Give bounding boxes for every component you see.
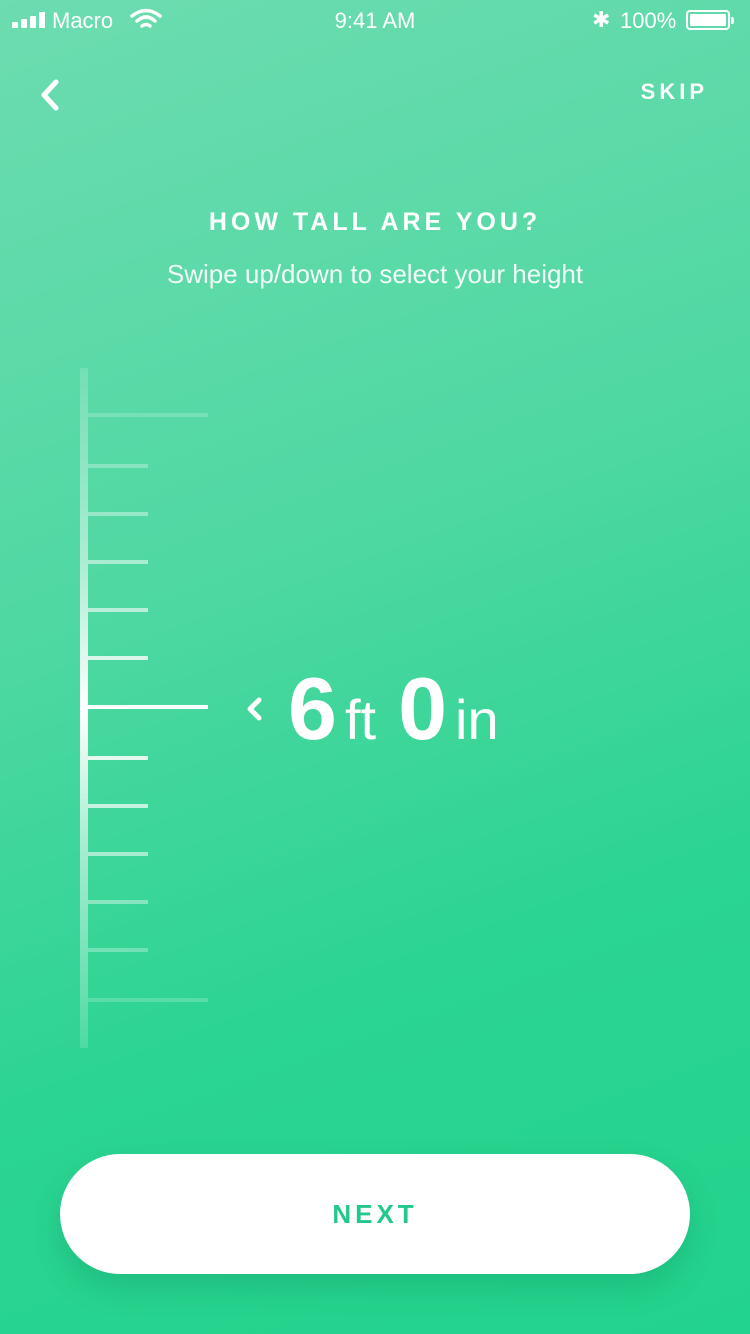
- ruler-tick-major: [88, 413, 208, 417]
- page-subtitle: Swipe up/down to select your height: [166, 259, 584, 289]
- height-readout: 6 ft 0 in: [244, 654, 521, 764]
- pointer-left-icon: [247, 697, 262, 721]
- ruler-tick: [88, 608, 148, 612]
- battery-icon: [686, 10, 734, 30]
- ruler-tick: [88, 512, 148, 516]
- battery-percentage: 100%: [620, 8, 677, 33]
- height-inches-unit: in: [455, 688, 499, 751]
- skip-button[interactable]: SKIP: [641, 79, 708, 105]
- ruler-tick: [88, 948, 148, 952]
- ruler-tick: [88, 464, 148, 468]
- height-feet-unit: ft: [344, 688, 377, 751]
- next-button[interactable]: NEXT: [60, 1154, 690, 1274]
- ruler-tick: [88, 852, 148, 856]
- ruler-tick: [88, 900, 148, 904]
- ruler-tick: [88, 656, 148, 660]
- ruler-tick: [88, 804, 148, 808]
- next-button-label: NEXT: [332, 1198, 418, 1229]
- ruler-tick-selected: [88, 705, 208, 709]
- height-feet-value: 6: [288, 659, 337, 758]
- status-bar: Macro 9:41 AM ✱ 100%: [0, 0, 750, 42]
- bluetooth-icon: ✱: [592, 7, 611, 32]
- ruler-tick-major: [88, 998, 208, 1002]
- page-title: HOW TALL ARE YOU?: [208, 208, 542, 236]
- chevron-left-icon: [41, 79, 59, 111]
- height-inches-value: 0: [398, 659, 448, 758]
- ruler-tick: [88, 756, 148, 760]
- back-button[interactable]: [34, 76, 68, 114]
- ruler-spine: [80, 368, 88, 1048]
- ruler-tick: [88, 560, 148, 564]
